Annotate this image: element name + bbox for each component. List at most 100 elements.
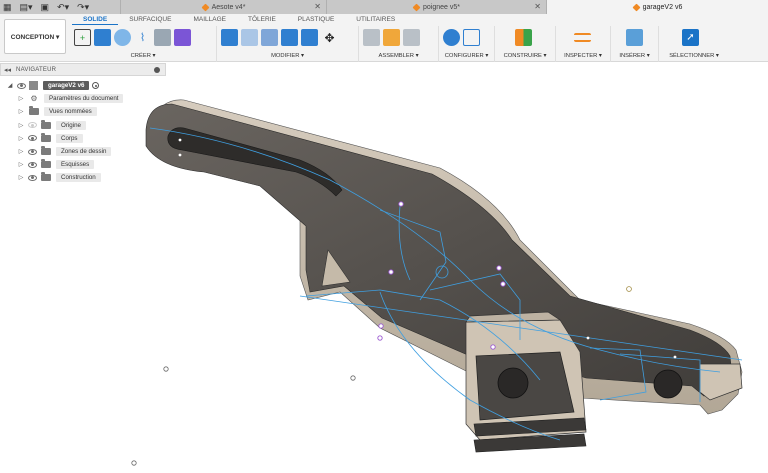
new-sketch-icon[interactable]: + [74, 29, 91, 46]
group-modifier: ✥ MODIFIER ▾ [217, 26, 359, 62]
visibility-eye-icon[interactable] [17, 82, 26, 89]
folder-icon [41, 132, 51, 142]
document-tab-1[interactable]: Aesote v4* ✕ [120, 0, 326, 14]
tree-item-esquisses[interactable]: ▷ Esquisses [0, 158, 166, 171]
visibility-eye-icon[interactable] [28, 122, 37, 129]
tab-solide[interactable]: SOLIDE [72, 14, 119, 25]
tab-utilitaires[interactable]: UTILITAIRES [345, 14, 406, 25]
combine-icon[interactable] [301, 29, 318, 46]
expand-arrow-icon[interactable]: ▷ [17, 95, 25, 102]
collapse-panel-icon[interactable]: ◂◂ [4, 66, 11, 74]
group-construire-label[interactable]: CONSTRUIRE ▾ [495, 53, 555, 59]
measure-icon[interactable] [574, 33, 591, 42]
visibility-eye-icon[interactable] [28, 135, 37, 142]
document-tab-2-label: poignee v5* [423, 3, 460, 11]
hole-icon[interactable] [154, 29, 171, 46]
group-selectionner-label[interactable]: SÉLECTIONNER ▾ [659, 53, 729, 59]
expand-arrow-icon[interactable]: ▷ [17, 174, 25, 181]
insert-image-icon[interactable] [626, 29, 643, 46]
document-tab-1-label: Aesote v4* [211, 3, 246, 11]
expand-arrow-icon[interactable]: ▷ [17, 148, 25, 155]
tree-item-construction[interactable]: ▷ Construction [0, 171, 166, 184]
tree-root-node[interactable]: ◢ garageV2 v6 [0, 79, 166, 92]
tab-maillage[interactable]: MAILLAGE [182, 14, 237, 25]
group-creer: + ⌇ CRÉER ▾ [70, 26, 217, 62]
pattern-icon[interactable] [174, 29, 191, 46]
group-configurer-label[interactable]: CONFIGURER ▾ [439, 53, 494, 59]
tree-item-vues-nommees[interactable]: ▷ Vues nommées [0, 105, 166, 118]
group-inspecter-label[interactable]: INSPECTER ▾ [556, 53, 610, 59]
undo-icon[interactable]: ↶▾ [57, 0, 69, 14]
visibility-eye-icon[interactable] [28, 161, 37, 168]
select-cursor-icon[interactable]: ➚ [682, 29, 699, 46]
tree-item-parametres[interactable]: ▷ ⚙ Paramètres du document [0, 92, 166, 105]
document-tab-3[interactable]: garageV2 v6 [546, 0, 768, 14]
document-cube-icon [632, 3, 641, 11]
tree-item-zones-de-dessin[interactable]: ▷ Zones de dessin [0, 145, 166, 158]
document-tab-bar: ▦ ▤▾ ▣ ↶▾ ↷▾ Aesote v4* ✕ poignee v5* ✕ … [0, 0, 768, 14]
tab-tolerie[interactable]: TÔLERIE [237, 14, 287, 25]
tree-root-label: garageV2 v6 [43, 81, 90, 91]
group-inserer-label[interactable]: INSÉRER ▾ [611, 53, 658, 59]
expand-arrow-icon[interactable]: ▷ [17, 135, 25, 142]
save-icon[interactable]: ▣ [41, 0, 50, 14]
part-bore-hole [497, 367, 529, 399]
ribbon-groups: + ⌇ CRÉER ▾ ✥ MODIFIER ▾ ASSEMBLER ▾ CON… [70, 26, 729, 62]
group-configurer: CONFIGURER ▾ [439, 26, 495, 62]
parameters-icon[interactable] [443, 29, 460, 46]
file-menu-icon[interactable]: ▤▾ [20, 0, 33, 14]
grid-icon[interactable]: ▦ [3, 0, 12, 14]
group-creer-label[interactable]: CRÉER ▾ [70, 53, 216, 59]
revolve-icon[interactable] [114, 29, 131, 46]
expand-arrow-icon[interactable]: ▷ [17, 122, 25, 129]
toolbar-ribbon: CONCEPTION ▾ SOLIDE SURFACIQUE MAILLAGE … [0, 14, 768, 62]
group-inserer: INSÉRER ▾ [611, 26, 659, 62]
document-icon [29, 81, 38, 91]
new-component-icon[interactable] [383, 29, 400, 46]
folder-icon [41, 146, 51, 156]
pin-icon[interactable] [154, 67, 160, 73]
offset-plane-icon[interactable] [515, 29, 532, 46]
close-tab-icon[interactable]: ✕ [314, 0, 321, 14]
folder-icon [41, 172, 51, 182]
expand-arrow-icon[interactable]: ◢ [6, 82, 14, 89]
ribbon-tabs: SOLIDE SURFACIQUE MAILLAGE TÔLERIE PLAST… [72, 14, 406, 25]
joint-icon[interactable] [363, 29, 380, 46]
expand-arrow-icon[interactable]: ▷ [17, 161, 25, 168]
move-icon[interactable]: ✥ [321, 29, 338, 46]
extrude-icon[interactable] [94, 29, 111, 46]
group-modifier-label[interactable]: MODIFIER ▾ [217, 53, 358, 59]
expand-arrow-icon[interactable]: ▷ [17, 108, 25, 115]
fillet-icon[interactable] [241, 29, 258, 46]
sweep-icon[interactable]: ⌇ [134, 29, 151, 46]
close-tab-icon[interactable]: ✕ [534, 0, 541, 14]
tree-item-label: Construction [56, 173, 101, 183]
workspace-switcher[interactable]: CONCEPTION ▾ [4, 19, 66, 54]
tree-item-label: Zones de dessin [56, 147, 112, 157]
group-selectionner: ➚ SÉLECTIONNER ▾ [659, 26, 729, 62]
quick-access-toolbar: ▦ ▤▾ ▣ ↶▾ ↷▾ [0, 0, 120, 14]
visibility-eye-icon[interactable] [28, 174, 37, 181]
shell-icon[interactable] [281, 29, 298, 46]
group-inspecter: INSPECTER ▾ [556, 26, 611, 62]
group-assembler-label[interactable]: ASSEMBLER ▾ [359, 53, 438, 59]
configuration-table-icon[interactable] [463, 29, 480, 46]
group-construire: CONSTRUIRE ▾ [495, 26, 556, 62]
tree-item-corps[interactable]: ▷ Corps [0, 132, 166, 145]
gear-icon: ⚙ [30, 94, 38, 104]
tree-item-label: Corps [56, 133, 83, 143]
active-component-radio[interactable] [92, 82, 100, 90]
visibility-eye-icon[interactable] [28, 148, 37, 155]
chamfer-icon[interactable] [261, 29, 278, 46]
tree-item-origine[interactable]: ▷ Origine [0, 119, 166, 132]
tree-item-label: Paramètres du document [44, 94, 124, 104]
tab-surfacique[interactable]: SURFACIQUE [118, 14, 182, 25]
redo-icon[interactable]: ↷▾ [77, 0, 89, 14]
document-cube-icon [201, 3, 210, 11]
part-end-hole [653, 369, 683, 399]
press-pull-icon[interactable] [221, 29, 238, 46]
tab-plastique[interactable]: PLASTIQUE [287, 14, 345, 25]
document-tab-2[interactable]: poignee v5* ✕ [326, 0, 546, 14]
as-built-joint-icon[interactable] [403, 29, 420, 46]
folder-icon [41, 159, 51, 169]
